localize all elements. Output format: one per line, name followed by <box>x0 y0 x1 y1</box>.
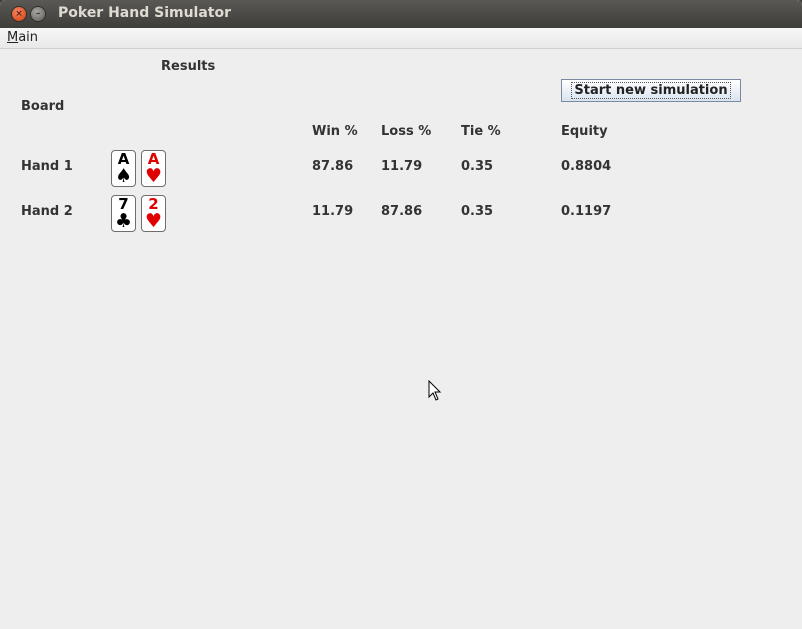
column-header-win: Win % <box>312 124 358 139</box>
window-title: Poker Hand Simulator <box>58 5 232 21</box>
column-header-tie: Tie % <box>461 124 501 139</box>
hand-1-tie: 0.35 <box>461 159 494 174</box>
hand-2-win: 11.79 <box>312 204 354 219</box>
club-icon: ♣ <box>114 210 133 232</box>
mouse-pointer-icon <box>428 380 442 401</box>
menu-bar: Main <box>0 28 802 49</box>
minimize-window-button[interactable]: – <box>31 7 45 21</box>
app-window: × – Poker Hand Simulator Main Results Bo… <box>0 0 802 629</box>
hand-2-equity: 0.1197 <box>561 204 612 219</box>
hand-1-equity: 0.8804 <box>561 159 612 174</box>
hand-2-card-1: 7 ♣ <box>111 195 136 232</box>
hand-1-card-2: A ♥ <box>141 150 166 187</box>
start-new-simulation-button[interactable]: Start new simulation <box>561 79 741 102</box>
title-bar: × – Poker Hand Simulator <box>0 0 802 28</box>
menu-main[interactable]: Main <box>7 30 38 45</box>
hand-2-tie: 0.35 <box>461 204 494 219</box>
hand-2-loss: 87.86 <box>381 204 423 219</box>
column-header-equity: Equity <box>561 124 608 139</box>
menu-main-mnemonic: M <box>7 30 19 45</box>
minimize-icon: – <box>35 9 41 19</box>
heart-icon: ♥ <box>144 165 163 187</box>
hand-2-card-2: 2 ♥ <box>141 195 166 232</box>
heart-icon: ♥ <box>144 210 163 232</box>
close-window-button[interactable]: × <box>12 7 26 21</box>
menu-main-label: ain <box>18 30 39 45</box>
start-new-simulation-label: Start new simulation <box>571 82 731 99</box>
hand-1-label: Hand 1 <box>21 159 73 174</box>
close-icon: × <box>15 9 23 19</box>
hand-1-loss: 11.79 <box>381 159 423 174</box>
results-heading: Results <box>161 59 216 74</box>
hand-2-label: Hand 2 <box>21 204 73 219</box>
hand-1-win: 87.86 <box>312 159 354 174</box>
spade-icon: ♠ <box>114 165 133 187</box>
board-label: Board <box>21 99 65 114</box>
column-header-loss: Loss % <box>381 124 432 139</box>
hand-1-card-1: A ♠ <box>111 150 136 187</box>
